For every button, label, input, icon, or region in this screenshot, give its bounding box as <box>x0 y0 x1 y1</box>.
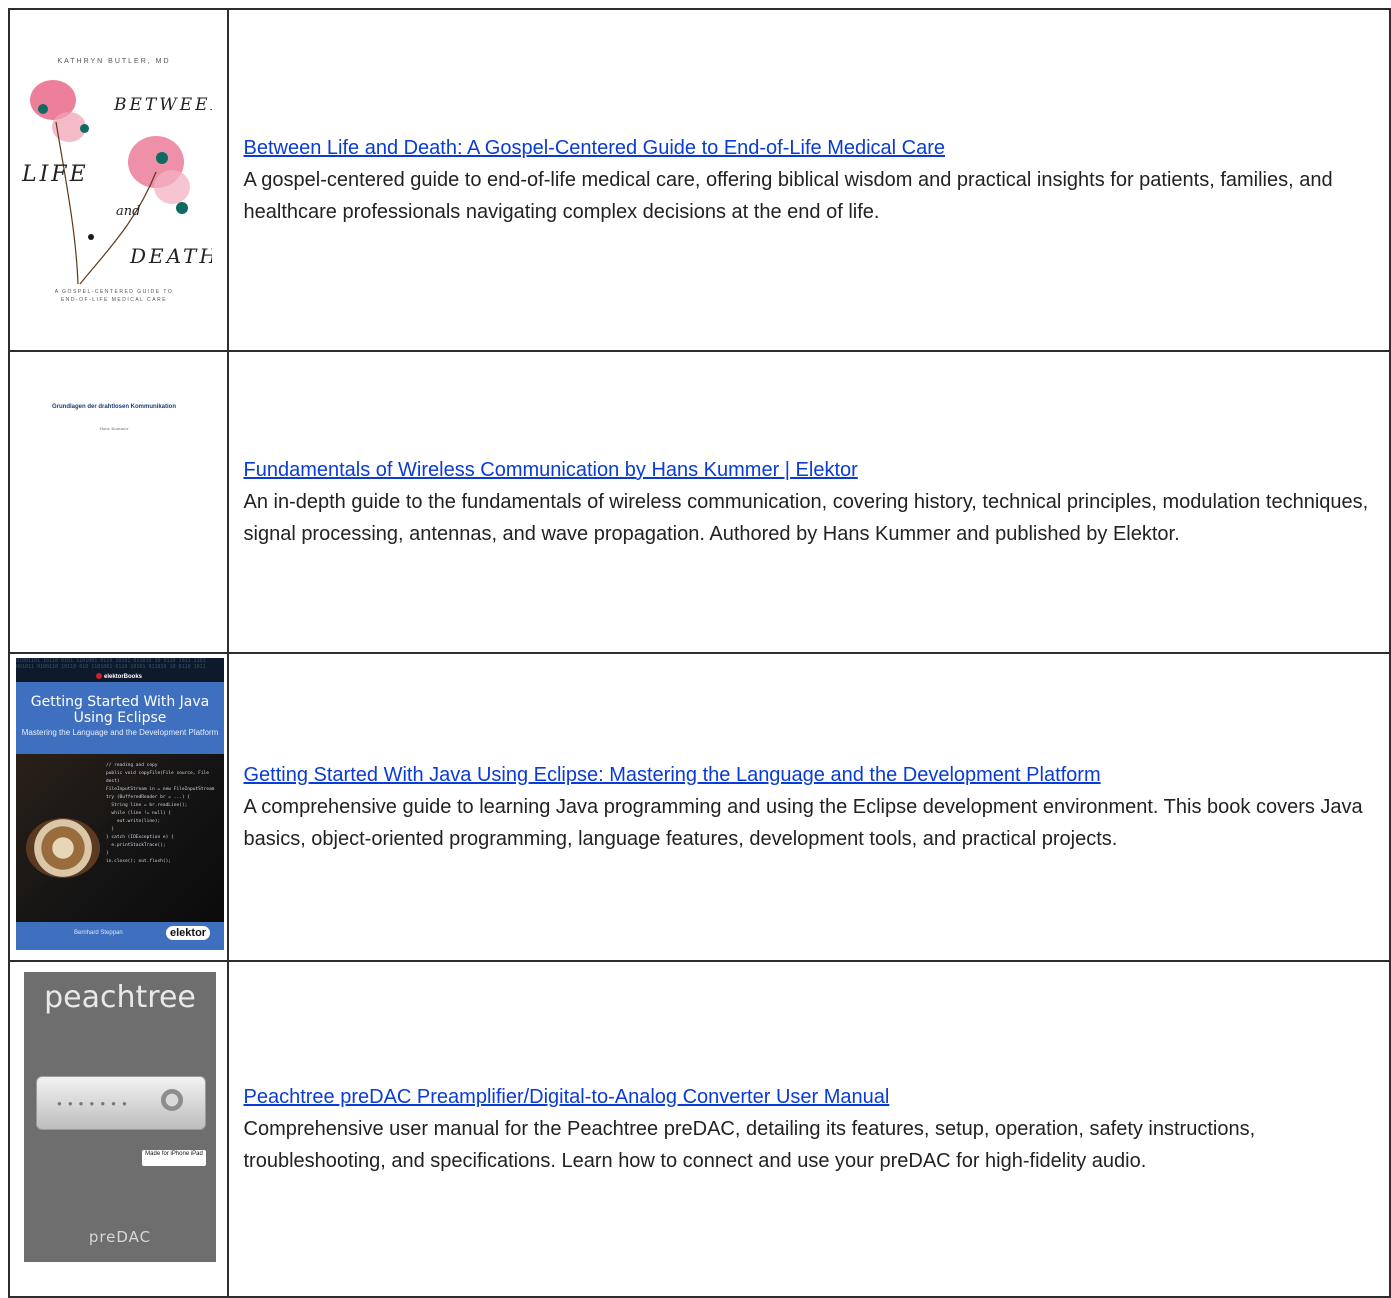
book-cover-image[interactable]: 01001101 10110 0101 1101001 0110 10101 0… <box>16 658 224 950</box>
item-description: An in-depth guide to the fundamentals of… <box>243 491 1369 545</box>
item-description: A gospel-centered guide to end-of-life m… <box>243 169 1333 223</box>
results-table: KATHRYN BUTLER, MD BETWEEN LIFE and DEAT… <box>8 8 1391 1298</box>
cover-model: preDAC <box>88 1228 152 1246</box>
cover-brand: elektorBooks <box>96 673 142 680</box>
cover-subtitle-line: END-OF-LIFE MEDICAL CARE <box>60 297 168 303</box>
cover-subtitle: A GOSPEL-CENTERED GUIDE TO END-OF-LIFE M… <box>16 288 212 304</box>
made-for-badge: Made for iPhone iPad <box>142 1150 206 1166</box>
item-title-link[interactable]: Fundamentals of Wireless Communication b… <box>244 459 858 481</box>
cover-author: KATHRYN BUTLER, MD <box>57 58 171 65</box>
elektor-logo: elektor <box>166 926 211 940</box>
table-row: 01001101 10110 0101 1101001 0110 10101 0… <box>8 652 1391 962</box>
cover-brand: peachtree <box>44 980 196 1015</box>
cover-word: DEATH <box>130 244 212 268</box>
book-cover-image[interactable]: KATHRYN BUTLER, MD BETWEEN LIFE and DEAT… <box>16 52 212 310</box>
cover-subtitle: Mastering the Language and the Developme… <box>21 728 219 737</box>
thumbnail-cell: 01001101 10110 0101 1101001 0110 10101 0… <box>8 652 229 962</box>
thumbnail-cell: KATHRYN BUTLER, MD BETWEEN LIFE and DEAT… <box>8 8 229 352</box>
cover-title: Getting Started With Java Using Eclipse <box>30 694 210 726</box>
thumbnail-cell: peachtree ●●●●●●● Made for iPhone iPad p… <box>8 960 229 1298</box>
device-knob <box>161 1089 183 1111</box>
cover-title: Grundlagen der drahtlosen Kommunikation <box>51 404 176 410</box>
item-description: A comprehensive guide to learning Java p… <box>243 796 1363 850</box>
table-row: Grundlagen der drahtlosen Kommunikation … <box>8 350 1391 654</box>
cover-author: Hans Kummer <box>99 426 129 431</box>
info-cell: Fundamentals of Wireless Communication b… <box>226 350 1391 654</box>
table-row: peachtree ●●●●●●● Made for iPhone iPad p… <box>8 960 1391 1298</box>
coffee-cup-graphic <box>26 818 100 878</box>
thumbnail-cell: Grundlagen der drahtlosen Kommunikation … <box>8 350 229 654</box>
device-buttons: ●●●●●●● <box>57 1099 133 1108</box>
item-title-link[interactable]: Peachtree preDAC Preamplifier/Digital-to… <box>244 1086 890 1108</box>
item-title-link[interactable]: Getting Started With Java Using Eclipse:… <box>244 764 1101 786</box>
item-description: Comprehensive user manual for the Peacht… <box>243 1118 1256 1172</box>
cover-code-lines: // reading and copy public void copyFile… <box>106 763 215 864</box>
info-cell: Getting Started With Java Using Eclipse:… <box>226 652 1391 962</box>
cover-word: BETWEEN <box>114 95 212 115</box>
book-cover-image[interactable]: peachtree ●●●●●●● Made for iPhone iPad p… <box>24 972 216 1262</box>
info-cell: Between Life and Death: A Gospel-Centere… <box>226 8 1391 352</box>
cover-subtitle-line: A GOSPEL-CENTERED GUIDE TO <box>54 289 174 295</box>
cover-word: LIFE <box>22 162 89 187</box>
cover-author: Bernhard Steppan <box>74 930 123 936</box>
info-cell: Peachtree preDAC Preamplifier/Digital-to… <box>226 960 1391 1298</box>
amplifier-device-graphic: ●●●●●●● <box>36 1076 206 1130</box>
item-title-link[interactable]: Between Life and Death: A Gospel-Centere… <box>244 137 946 159</box>
table-row: KATHRYN BUTLER, MD BETWEEN LIFE and DEAT… <box>8 8 1391 352</box>
book-cover-image[interactable]: Grundlagen der drahtlosen Kommunikation … <box>16 392 212 492</box>
cover-word: and <box>116 204 141 219</box>
